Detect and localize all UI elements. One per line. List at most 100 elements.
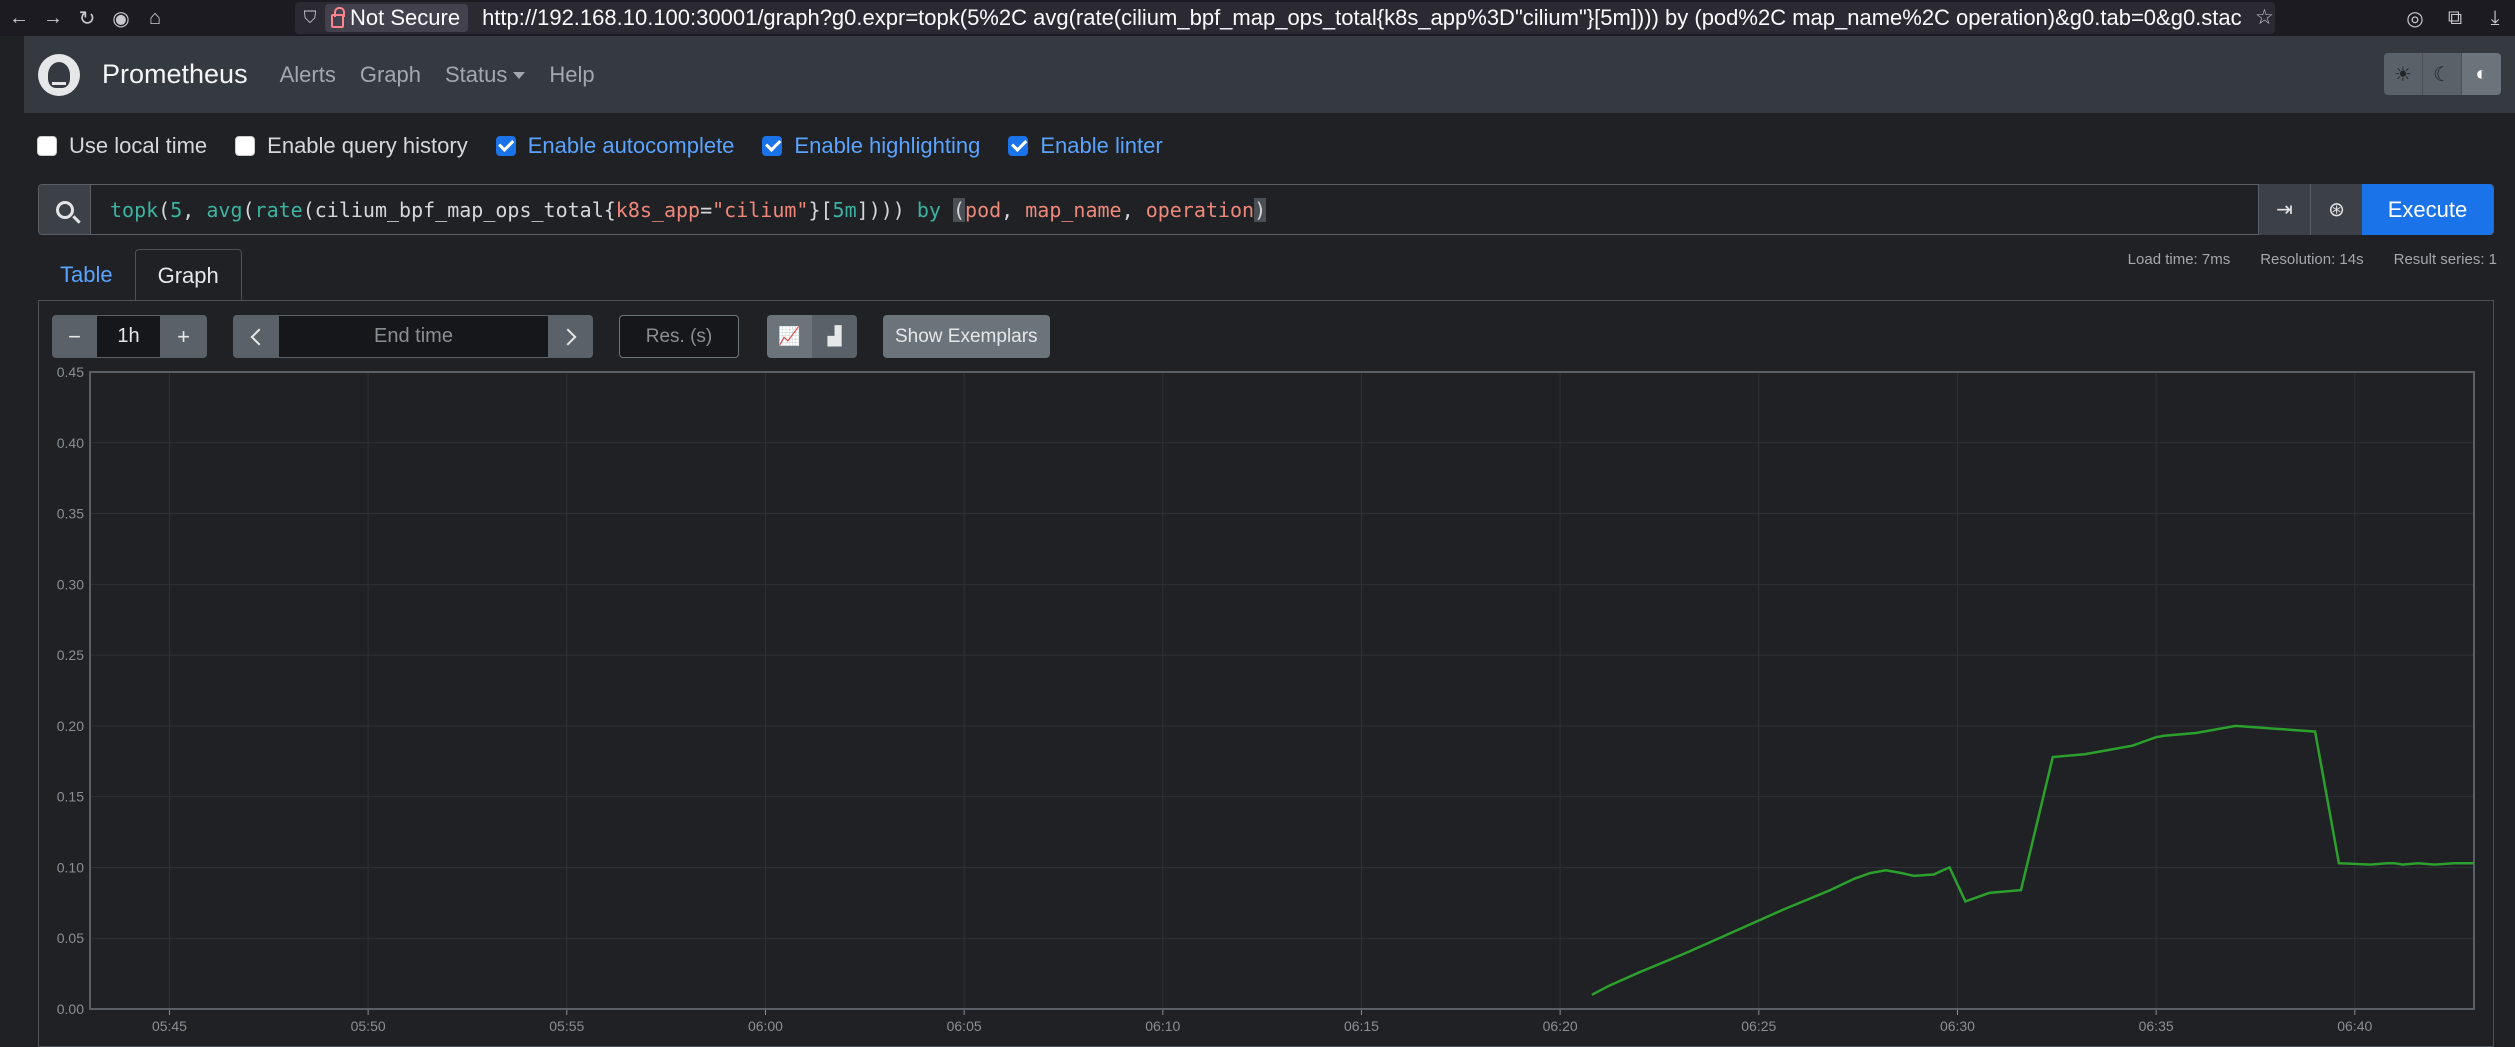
autocomplete-option[interactable]: Enable autocomplete [495,133,734,159]
url-text: http://192.168.10.100:30001/graph?g0.exp… [482,5,2242,31]
format-expression-icon[interactable]: ⇥ [2258,184,2310,235]
y-tick-label: 0.40 [57,435,84,451]
security-indicator[interactable]: Not Secure [325,4,469,32]
auto-theme-contrast-icon[interactable]: ◐ [2462,53,2501,95]
query-token: ) [1254,197,1267,222]
query-token: pod [965,197,1002,222]
y-tick-label: 0.35 [57,506,84,522]
chevron-right-icon [559,328,577,345]
x-tick-label: 06:20 [1543,1018,1578,1034]
query-token: = [700,197,713,222]
x-tick-label: 06:30 [1940,1018,1975,1034]
use-local-time-checkbox[interactable] [37,136,57,156]
nav-graph[interactable]: Graph [360,62,421,88]
highlighting-checkbox[interactable] [762,136,783,156]
y-tick-label: 0.30 [57,576,84,592]
query-history-option[interactable]: Enable query history [235,133,468,159]
extensions-icon[interactable]: ⧉ [2440,3,2470,33]
brand-title[interactable]: Prometheus [102,59,248,90]
linter-label: Enable linter [1040,133,1163,158]
tab-graph[interactable]: Graph [134,249,242,301]
top-navbar: Prometheus Alerts Graph Status Help ☀ ☾ … [24,36,2515,113]
nav-help[interactable]: Help [549,62,594,88]
series-line [1591,724,2474,996]
screenshot-icon[interactable]: ◉ [106,3,136,33]
x-tick-label: 06:25 [1741,1018,1776,1034]
query-token [941,198,953,222]
load-time: Load time: 7ms [2127,251,2231,268]
show-exemplars-button[interactable]: Show Exemplars [883,315,1050,358]
x-tick-label: 05:45 [152,1018,187,1034]
downloads-icon[interactable]: ⤓ [2480,3,2510,33]
light-theme-sun-icon[interactable]: ☀ [2384,53,2423,95]
range-decrease-button[interactable]: − [52,315,97,358]
end-time-input[interactable]: End time [279,315,548,358]
reload-icon[interactable]: ↻ [72,3,102,33]
prometheus-logo-icon[interactable] [38,53,80,96]
forward-icon[interactable]: → [38,3,68,33]
url-host: http://192.168.10.100 [482,5,691,30]
linter-checkbox[interactable] [1008,136,1029,156]
bookmark-star-icon[interactable]: ☆ [2255,5,2274,30]
query-token: ))) [868,197,917,222]
x-tick-label: 06:40 [2337,1018,2372,1034]
url-rest: :30001/graph?g0.expr=topk(5%2C avg(rate(… [690,5,2242,30]
query-token: ( [242,197,255,222]
query-token: k8s_app [615,197,701,222]
query-token: ] [856,197,869,222]
dark-theme-moon-icon[interactable]: ☾ [2423,53,2462,95]
query-token: "cilium" [712,197,809,222]
expression-input-group: topk(5, avg(rate(cilium_bpf_map_ops_tota… [38,184,2494,235]
panel-tabs: Table Graph [38,249,242,301]
nav-status[interactable]: Status [444,61,526,88]
query-token: ( [158,197,171,222]
highlighting-option[interactable]: Enable highlighting [762,133,980,159]
stacked-chart-icon[interactable]: ▟ [812,315,857,358]
query-token: ( [302,197,315,222]
query-token: ( [953,197,966,222]
query-history-label: Enable query history [267,133,468,158]
query-history-checkbox[interactable] [235,136,256,156]
x-tick-label: 05:55 [549,1018,584,1034]
query-token: map_name [1025,197,1122,222]
url-bar[interactable]: ⛉ Not Secure http://192.168.10.100:30001… [295,2,2275,34]
home-icon[interactable]: ⌂ [140,3,170,33]
x-tick-label: 06:05 [947,1018,982,1034]
line-chart-icon[interactable]: 📈 [767,315,812,358]
autocomplete-checkbox[interactable] [495,136,516,156]
account-icon[interactable]: ◎ [2400,3,2430,33]
end-time-forward-button[interactable] [548,315,593,358]
expression-input[interactable]: topk(5, avg(rate(cilium_bpf_map_ops_tota… [110,197,1267,222]
chart-type-group: 📈 ▟ [767,315,857,358]
query-token: rate [254,197,303,222]
result-series: Result series: 1 [2393,251,2497,268]
use-local-time-label: Use local time [69,133,208,158]
shield-icon[interactable]: ⛉ [295,8,325,28]
end-time-back-button[interactable] [233,315,279,358]
query-token: cilium_bpf_map_ops_total [314,197,604,222]
nav-status-label: Status [444,61,508,87]
back-icon[interactable]: ← [4,3,34,33]
range-increase-button[interactable]: + [160,315,207,358]
browser-toolbar: ← → ↻ ◉ ⌂ ⛉ Not Secure http://192.168.10… [0,0,2515,36]
use-local-time-option[interactable]: Use local time [37,133,207,159]
query-token: [ [820,197,833,222]
metrics-explorer-icon[interactable]: ⊛ [2310,184,2362,235]
resolution-input[interactable]: Res. (s) [619,315,739,358]
lock-icon [331,7,345,28]
graph-controls: − 1h + End time Res. (s) 📈 ▟ Show Exempl… [52,315,1050,358]
query-token: topk [110,197,159,222]
graph-chart[interactable]: 0.00 0.05 0.10 0.15 0.20 0.25 0.30 0.35 0.40 0.45… [38,364,2488,1047]
theme-toggle-group: ☀ ☾ ◐ [2384,53,2501,95]
tab-table[interactable]: Table [38,249,135,301]
not-secure-label: Not Secure [350,5,461,30]
highlighting-label: Enable highlighting [794,133,981,158]
range-group: − 1h + [52,315,207,358]
linter-option[interactable]: Enable linter [1008,133,1163,159]
execute-button[interactable]: Execute [2362,184,2493,235]
range-input[interactable]: 1h [97,315,160,358]
query-options: Use local time Enable query history Enab… [37,133,1191,159]
query-token: operation [1145,197,1255,222]
nav-alerts[interactable]: Alerts [280,62,336,88]
y-tick-label: 0.25 [57,647,84,663]
